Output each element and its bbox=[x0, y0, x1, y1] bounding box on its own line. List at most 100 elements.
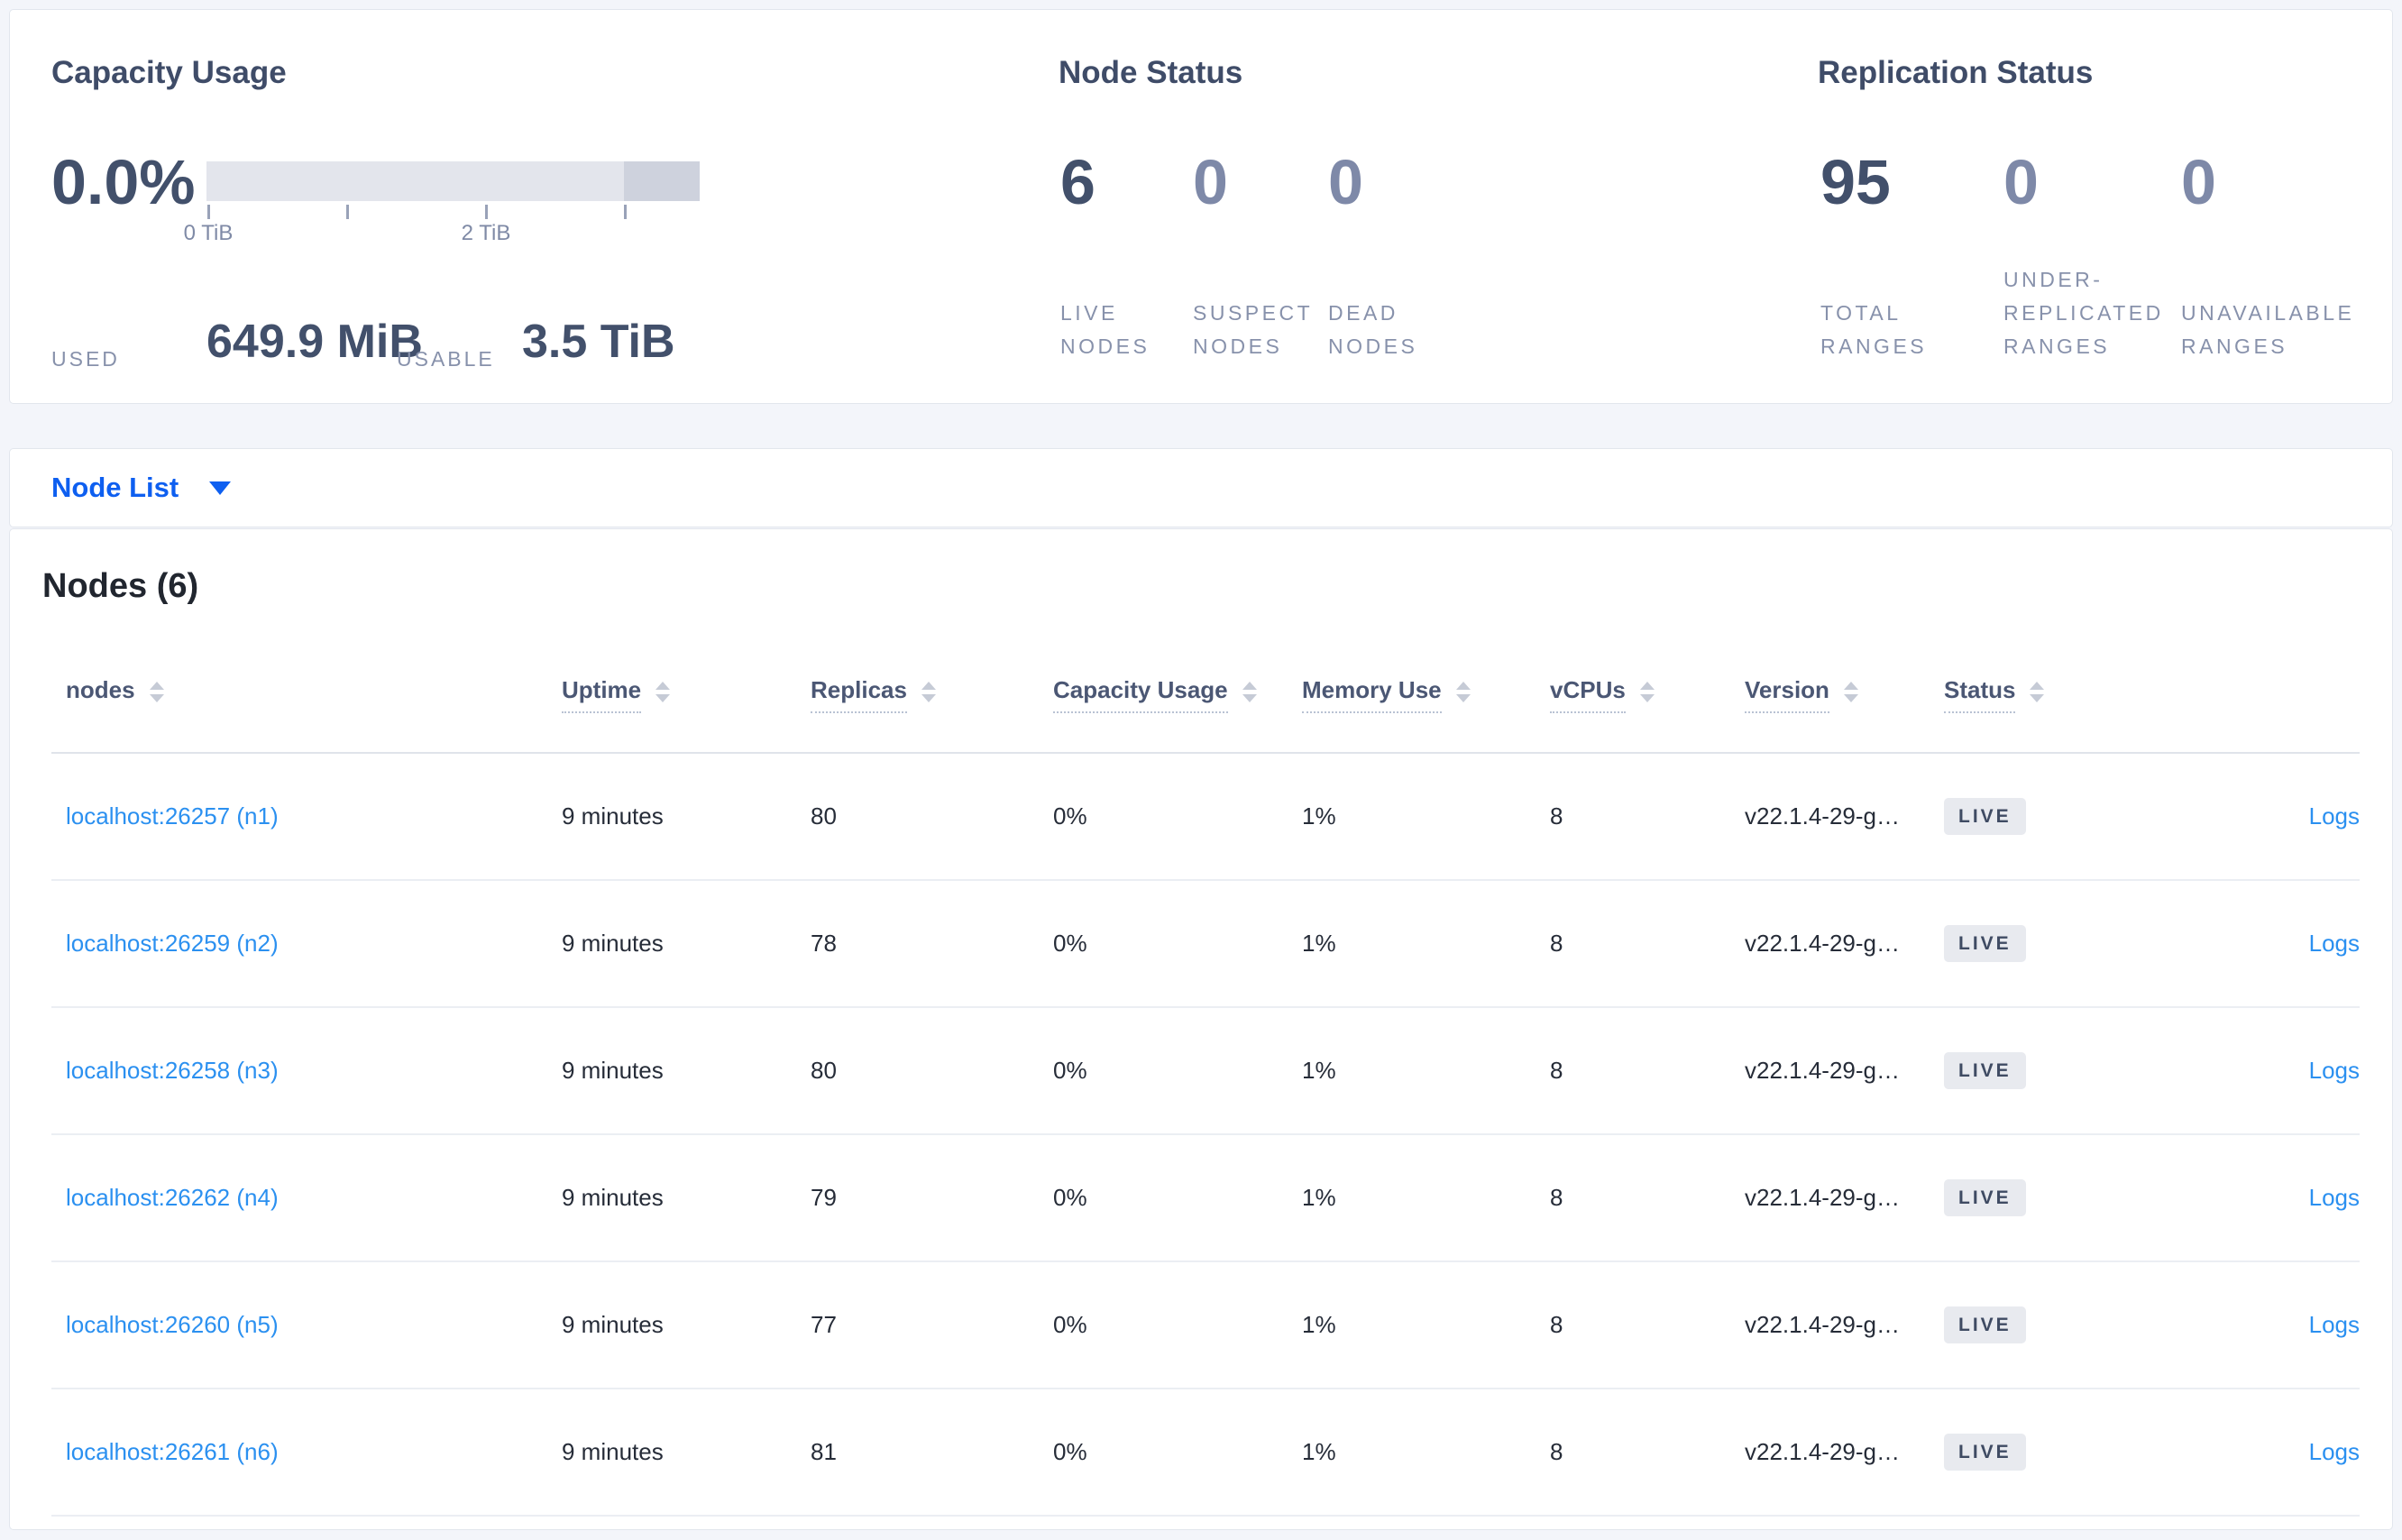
logs-link[interactable]: Logs bbox=[2309, 930, 2360, 957]
node-link[interactable]: localhost:26258 (n3) bbox=[66, 1057, 279, 1084]
sort-icon bbox=[1455, 682, 1471, 702]
capacity-tick-label-0: 0 TiB bbox=[183, 221, 234, 245]
node-link[interactable]: localhost:26259 (n2) bbox=[66, 930, 279, 957]
vcpus-cell: 8 bbox=[1550, 1184, 1563, 1211]
used-value: 649.9 MiB bbox=[206, 316, 423, 368]
capacity-usage-title: Capacity Usage bbox=[51, 55, 287, 90]
unavailable-ranges-count: 0 bbox=[2181, 147, 2216, 217]
usable-label: USABLE bbox=[397, 347, 495, 371]
status-badge: LIVE bbox=[1944, 1179, 2026, 1216]
capacity-used-percent: 0.0% bbox=[51, 147, 196, 217]
column-header-vcpus[interactable]: vCPUs bbox=[1550, 676, 1745, 713]
table-row: localhost:26257 (n1) 9 minutes 80 0% 1% … bbox=[51, 754, 2360, 881]
live-nodes-count: 6 bbox=[1060, 147, 1096, 217]
vcpus-cell: 8 bbox=[1550, 802, 1563, 830]
column-header-status[interactable]: Status bbox=[1944, 676, 2156, 713]
version-cell: v22.1.4-29-g… bbox=[1745, 930, 1900, 957]
replicas-cell: 77 bbox=[811, 1311, 837, 1338]
logs-link[interactable]: Logs bbox=[2309, 1184, 2360, 1211]
table-row: localhost:26258 (n3) 9 minutes 80 0% 1% … bbox=[51, 1008, 2360, 1135]
sort-icon bbox=[149, 682, 164, 702]
replicas-cell: 78 bbox=[811, 930, 837, 957]
capacity-usage-cell: 0% bbox=[1053, 1184, 1087, 1211]
uptime-cell: 9 minutes bbox=[562, 802, 664, 830]
memory-use-cell: 1% bbox=[1302, 1438, 1336, 1465]
view-selector-bar: Node List bbox=[9, 448, 2393, 527]
replicas-cell: 81 bbox=[811, 1438, 837, 1465]
logs-link[interactable]: Logs bbox=[2309, 802, 2360, 830]
uptime-cell: 9 minutes bbox=[562, 1438, 664, 1465]
table-row: localhost:26261 (n6) 9 minutes 81 0% 1% … bbox=[51, 1389, 2360, 1517]
usable-value: 3.5 TiB bbox=[522, 316, 675, 368]
view-mode-dropdown[interactable]: Node List bbox=[51, 449, 232, 527]
node-link[interactable]: localhost:26257 (n1) bbox=[66, 802, 279, 830]
node-list-panel: Nodes (6) nodes Uptime Replicas Capacity… bbox=[9, 528, 2393, 1530]
cluster-summary-panel: Capacity Usage 0.0% 0 TiB 2 TiB USED 649… bbox=[9, 9, 2393, 404]
capacity-axis-tick bbox=[624, 205, 627, 219]
vcpus-cell: 8 bbox=[1550, 1057, 1563, 1084]
chevron-down-icon bbox=[209, 481, 232, 495]
memory-use-cell: 1% bbox=[1302, 1184, 1336, 1211]
column-header-nodes[interactable]: nodes bbox=[51, 676, 562, 713]
table-row: localhost:26262 (n4) 9 minutes 79 0% 1% … bbox=[51, 1135, 2360, 1262]
capacity-usage-cell: 0% bbox=[1053, 1438, 1087, 1465]
memory-use-cell: 1% bbox=[1302, 1311, 1336, 1338]
status-badge: LIVE bbox=[1944, 925, 2026, 962]
column-header-uptime[interactable]: Uptime bbox=[562, 676, 811, 713]
suspect-nodes-count: 0 bbox=[1193, 147, 1228, 217]
capacity-usage-bar bbox=[206, 161, 700, 201]
capacity-axis-tick bbox=[207, 205, 210, 219]
column-header-version[interactable]: Version bbox=[1745, 676, 1944, 713]
suspect-nodes-label: SUSPECT NODES bbox=[1193, 301, 1314, 358]
view-mode-dropdown-label: Node List bbox=[51, 472, 179, 503]
capacity-axis-tick bbox=[346, 205, 349, 219]
uptime-cell: 9 minutes bbox=[562, 1311, 664, 1338]
replicas-cell: 80 bbox=[811, 802, 837, 830]
sort-icon bbox=[2030, 682, 2045, 702]
replicas-cell: 79 bbox=[811, 1184, 837, 1211]
status-badge: LIVE bbox=[1944, 798, 2026, 835]
node-link[interactable]: localhost:26261 (n6) bbox=[66, 1438, 279, 1465]
nodes-table: nodes Uptime Replicas Capacity Usage Mem… bbox=[51, 637, 2360, 1517]
status-badge: LIVE bbox=[1944, 1052, 2026, 1089]
logs-link[interactable]: Logs bbox=[2309, 1438, 2360, 1465]
vcpus-cell: 8 bbox=[1550, 1311, 1563, 1338]
memory-use-cell: 1% bbox=[1302, 802, 1336, 830]
replication-status-title: Replication Status bbox=[1818, 55, 2094, 90]
capacity-usage-cell: 0% bbox=[1053, 1311, 1087, 1338]
sort-icon bbox=[921, 682, 936, 702]
version-cell: v22.1.4-29-g… bbox=[1745, 1438, 1900, 1465]
memory-use-cell: 1% bbox=[1302, 1057, 1336, 1084]
column-header-replicas[interactable]: Replicas bbox=[811, 676, 1053, 713]
column-header-capacity-usage[interactable]: Capacity Usage bbox=[1053, 676, 1302, 713]
memory-use-cell: 1% bbox=[1302, 930, 1336, 957]
sort-icon bbox=[1242, 682, 1257, 702]
nodes-table-header: nodes Uptime Replicas Capacity Usage Mem… bbox=[51, 637, 2360, 754]
live-nodes-label: LIVE NODES bbox=[1060, 301, 1151, 358]
dead-nodes-count: 0 bbox=[1328, 147, 1363, 217]
version-cell: v22.1.4-29-g… bbox=[1745, 1057, 1900, 1084]
status-badge: LIVE bbox=[1944, 1306, 2026, 1343]
capacity-axis-tick bbox=[485, 205, 488, 219]
vcpus-cell: 8 bbox=[1550, 930, 1563, 957]
sort-icon bbox=[1843, 682, 1858, 702]
logs-link[interactable]: Logs bbox=[2309, 1057, 2360, 1084]
node-link[interactable]: localhost:26260 (n5) bbox=[66, 1311, 279, 1338]
sort-icon bbox=[656, 682, 671, 702]
capacity-bar-nonusable-segment bbox=[624, 161, 700, 201]
vcpus-cell: 8 bbox=[1550, 1438, 1563, 1465]
under-replicated-ranges-label: UNDER- REPLICATED RANGES bbox=[2003, 268, 2164, 358]
logs-link[interactable]: Logs bbox=[2309, 1311, 2360, 1338]
capacity-usage-cell: 0% bbox=[1053, 930, 1087, 957]
column-header-memory-use[interactable]: Memory Use bbox=[1302, 676, 1550, 713]
uptime-cell: 9 minutes bbox=[562, 930, 664, 957]
version-cell: v22.1.4-29-g… bbox=[1745, 802, 1900, 830]
uptime-cell: 9 minutes bbox=[562, 1184, 664, 1211]
uptime-cell: 9 minutes bbox=[562, 1057, 664, 1084]
node-link[interactable]: localhost:26262 (n4) bbox=[66, 1184, 279, 1211]
capacity-tick-label-2: 2 TiB bbox=[461, 221, 511, 245]
total-ranges-count: 95 bbox=[1820, 147, 1891, 217]
used-label: USED bbox=[51, 347, 120, 371]
total-ranges-label: TOTAL RANGES bbox=[1820, 301, 1928, 358]
capacity-usage-cell: 0% bbox=[1053, 802, 1087, 830]
